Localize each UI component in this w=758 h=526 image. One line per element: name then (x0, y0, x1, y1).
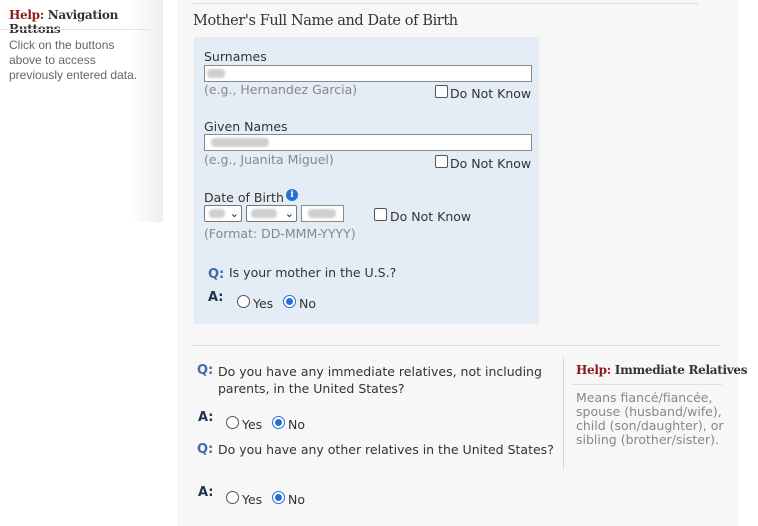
immediate-relatives-help-text: Means fiancé/fiancée, spouse (husband/wi… (576, 390, 724, 447)
mother-in-us-no-label: No (299, 296, 316, 311)
dob-day-select[interactable]: ⌄ (204, 205, 242, 222)
dob-year-input[interactable] (301, 205, 344, 222)
divider (0, 29, 150, 30)
redacted-value (251, 209, 277, 218)
given-names-input[interactable] (204, 134, 532, 151)
immediate-relatives-no-label: No (288, 417, 305, 432)
surnames-hint: (e.g., Hernandez Garcia) (204, 82, 358, 97)
other-relatives-yes-radio[interactable] (226, 491, 239, 504)
immediate-relatives-question: Do you have any immediate relatives, not… (218, 364, 542, 396)
main-content: Mother's Full Name and Date of Birth Sur… (177, 0, 747, 526)
help-prefix: Help: (576, 363, 611, 377)
chevron-down-icon: ⌄ (229, 207, 239, 220)
dob-month-select[interactable]: ⌄ (246, 205, 297, 222)
given-names-label: Given Names (204, 119, 288, 134)
section-title: Mother's Full Name and Date of Birth (193, 13, 458, 29)
a-marker: A: (198, 485, 214, 500)
mother-in-us-yes-radio[interactable] (237, 295, 250, 308)
divider (193, 345, 721, 346)
immediate-relatives-help-title: Help: Immediate Relatives (576, 363, 747, 377)
mother-in-us-no-radio[interactable] (283, 295, 296, 308)
dob-format-hint: (Format: DD-MMM-YYYY) (204, 226, 356, 241)
redacted-value (209, 209, 225, 218)
redacted-value (211, 138, 269, 147)
divider (572, 384, 722, 385)
help-title-text: Immediate Relatives (614, 363, 748, 377)
other-relatives-no-radio[interactable] (272, 491, 285, 504)
dob-label: Date of Birth (204, 190, 284, 205)
given-names-hint: (e.g., Juanita Miguel) (204, 152, 334, 167)
info-icon[interactable]: i (286, 189, 298, 201)
immediate-relatives-help-panel: Help: Immediate Relatives Means fiancé/f… (563, 357, 747, 469)
a-marker: A: (198, 410, 214, 425)
other-relatives-no-label: No (288, 492, 305, 507)
immediate-relatives-yes-radio[interactable] (226, 416, 239, 429)
help-prefix: Help: (9, 8, 44, 22)
given-names-do-not-know-label: Do Not Know (450, 156, 532, 171)
redacted-value (308, 209, 336, 218)
mother-in-us-yes-label: Yes (253, 296, 274, 311)
navigation-help-title: Help: Navigation Buttons (9, 8, 163, 36)
q-marker: Q: (197, 442, 214, 457)
navigation-help-text: Click on the buttons above to access pre… (9, 38, 138, 82)
dob-do-not-know-label: Do Not Know (390, 209, 472, 224)
immediate-relatives-yes-label: Yes (242, 417, 263, 432)
other-relatives-question: Do you have any other relatives in the U… (218, 442, 554, 457)
chevron-down-icon: ⌄ (284, 207, 294, 220)
navigation-help-panel: Help: Navigation Buttons Click on the bu… (0, 0, 163, 222)
divider (193, 3, 698, 4)
surnames-input[interactable] (204, 65, 532, 82)
surnames-do-not-know-label: Do Not Know (450, 86, 532, 101)
immediate-relatives-no-radio[interactable] (272, 416, 285, 429)
q-marker: Q: (197, 363, 214, 378)
surnames-do-not-know-checkbox[interactable] (435, 85, 448, 98)
dob-do-not-know-checkbox[interactable] (374, 208, 387, 221)
mother-in-us-question: Is your mother in the U.S.? (229, 265, 397, 280)
given-names-do-not-know-checkbox[interactable] (435, 155, 448, 168)
other-relatives-yes-label: Yes (242, 492, 263, 507)
surnames-label: Surnames (204, 49, 267, 64)
q-marker: Q: (208, 267, 225, 282)
redacted-value (207, 69, 225, 78)
mother-info-box: Surnames (e.g., Hernandez Garcia) Do Not… (194, 37, 539, 324)
a-marker: A: (208, 290, 224, 305)
